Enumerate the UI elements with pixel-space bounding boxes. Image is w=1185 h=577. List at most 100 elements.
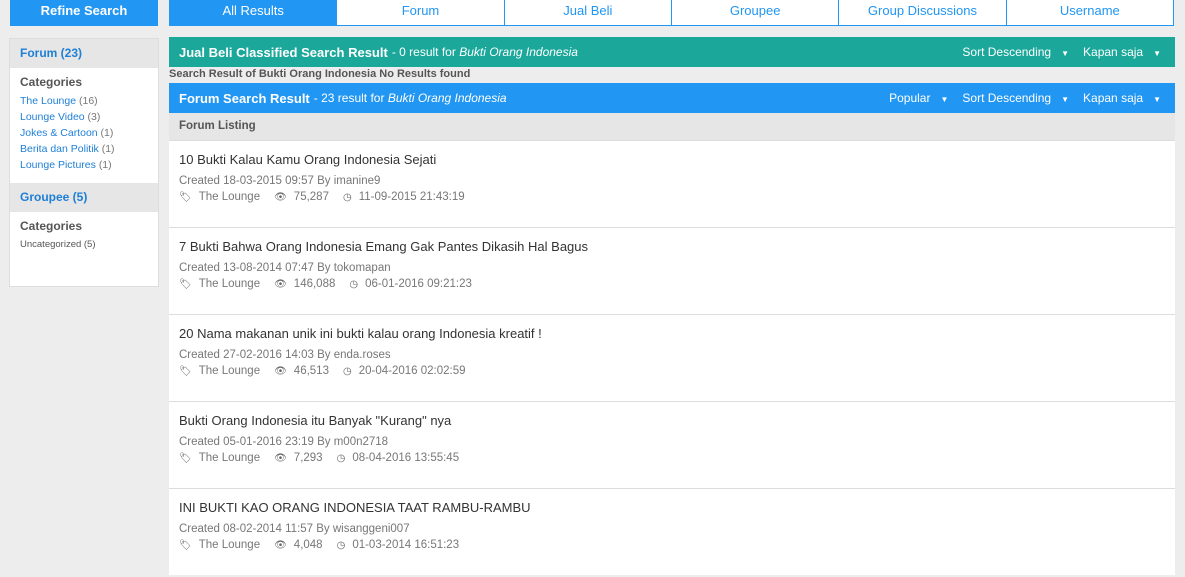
tag-icon: 🏷︎ [179,365,192,377]
category-count: (1) [100,127,114,139]
clock-icon: ◷ [349,278,359,290]
eye-icon: 👁︎ [274,191,287,203]
eye-icon: 👁︎ [274,365,287,377]
groupee-category-list: Uncategorized (5) [10,237,158,253]
caret-down-icon: ▼ [940,95,949,104]
clock-icon: ◷ [336,452,346,464]
tab-group-discussions[interactable]: Group Discussions [839,0,1007,26]
refine-search-button[interactable]: Refine Search [10,0,158,26]
thread-title-link[interactable]: 7 Bukti Bahwa Orang Indonesia Emang Gak … [179,239,1175,255]
category-item: Berita dan Politik (1) [20,141,158,157]
sort-dropdown[interactable]: Sort Descending ▼ [962,91,1069,105]
thread-title-link[interactable]: 10 Bukti Kalau Kamu Orang Indonesia Seja… [179,152,1175,168]
tag-icon: 🏷︎ [179,452,192,464]
category-link[interactable]: The Lounge [20,95,76,107]
thread-stats: 🏷︎ The Lounge 👁︎ 146,088 ◷ 06-01-2016 09:21:2… [179,278,1175,290]
category-count: (3) [87,111,101,123]
thread-stats: 🏷︎ The Lounge 👁︎ 46,513 ◷ 20-04-2016 02:02:59 [179,365,1175,377]
forum-result-title: Forum Search Result [179,90,310,106]
tab-forum[interactable]: Forum [337,0,505,26]
tab-username[interactable]: Username [1006,0,1174,26]
list-item: Bukti Orang Indonesia itu Banyak "Kurang… [169,401,1175,488]
eye-icon: 👁︎ [274,452,287,464]
thread-created: Created 13-08-2014 07:47 By tokomapan [179,262,391,274]
time-dropdown[interactable]: Kapan saja ▼ [1083,45,1161,59]
refine-sidebar: Forum (23) Categories The Lounge (16) Lo… [9,38,159,287]
sidebar-forum-header[interactable]: Forum (23) [10,39,158,68]
forum-result-bar: Forum Search Result - 23 result for Bukt… [169,83,1175,113]
forum-category-list: The Lounge (16) Lounge Video (3) Jokes &… [10,93,158,173]
thread-last-post: ◷ 20-04-2016 02:02:59 [342,365,466,377]
forum-result-count: - 23 result for Bukti Orang Indonesia [313,91,507,105]
thread-title-link[interactable]: Bukti Orang Indonesia itu Banyak "Kurang… [179,413,1175,429]
jual-beli-result-bar: Jual Beli Classified Search Result - 0 r… [169,37,1175,67]
thread-category[interactable]: 🏷︎ The Lounge [179,365,260,377]
tab-all-results[interactable]: All Results [169,0,338,26]
sort-dropdown[interactable]: Sort Descending ▼ [962,45,1069,59]
tab-groupee[interactable]: Groupee [671,0,840,26]
category-count: (1) [98,159,112,171]
category-link[interactable]: Lounge Video [20,111,85,123]
thread-created: Created 18-03-2015 09:57 By imanine9 [179,175,381,187]
thread-last-post: ◷ 01-03-2014 16:51:23 [336,539,460,551]
thread-created: Created 08-02-2014 11:57 By wisanggeni00… [179,523,410,535]
clock-icon: ◷ [342,365,352,377]
caret-down-icon: ▼ [1061,95,1070,104]
thread-category[interactable]: 🏷︎ The Lounge [179,278,260,290]
thread-views: 👁︎ 146,088 [274,278,336,290]
thread-stats: 🏷︎ The Lounge 👁︎ 75,287 ◷ 11-09-2015 21:43:19 [179,191,1175,203]
popular-dropdown[interactable]: Popular ▼ [889,91,948,105]
thread-category[interactable]: 🏷︎ The Lounge [179,539,260,551]
category-count: (16) [78,95,98,107]
list-item: 20 Nama makanan unik ini bukti kalau ora… [169,314,1175,401]
eye-icon: 👁︎ [274,539,287,551]
clock-icon: ◷ [342,191,352,203]
thread-views: 👁︎ 4,048 [274,539,323,551]
caret-down-icon: ▼ [1061,49,1070,58]
caret-down-icon: ▼ [1153,49,1161,58]
jual-beli-result-title: Jual Beli Classified Search Result [179,44,388,60]
thread-views: 👁︎ 7,293 [274,452,323,464]
search-tabs: All Results Forum Jual Beli Groupee Grou… [169,0,1174,26]
thread-stats: 🏷︎ The Lounge 👁︎ 4,048 ◷ 01-03-2014 16:51:23 [179,539,1175,551]
thread-title-link[interactable]: 20 Nama makanan unik ini bukti kalau ora… [179,326,1175,342]
list-item: INI BUKTI KAO ORANG INDONESIA TAAT RAMBU… [169,488,1175,575]
sidebar-groupee-header[interactable]: Groupee (5) [10,183,158,212]
category-count: (1) [101,143,115,155]
caret-down-icon: ▼ [1153,95,1161,104]
thread-last-post: ◷ 11-09-2015 21:43:19 [342,191,465,203]
groupee-category-item[interactable]: Uncategorized (5) [20,237,158,253]
category-link[interactable]: Berita dan Politik [20,143,99,155]
forum-listing-header: Forum Listing [169,113,1175,140]
category-item: Jokes & Cartoon (1) [20,125,158,141]
tag-icon: 🏷︎ [179,539,192,551]
thread-title-link[interactable]: INI BUKTI KAO ORANG INDONESIA TAAT RAMBU… [179,500,1175,516]
clock-icon: ◷ [336,539,346,551]
thread-category[interactable]: 🏷︎ The Lounge [179,452,260,464]
category-link[interactable]: Lounge Pictures [20,159,96,171]
thread-stats: 🏷︎ The Lounge 👁︎ 7,293 ◷ 08-04-2016 13:55:45 [179,452,1175,464]
list-item: 10 Bukti Kalau Kamu Orang Indonesia Seja… [169,140,1175,227]
tag-icon: 🏷︎ [179,278,192,290]
sidebar-categories-label: Categories [20,75,83,89]
thread-views: 👁︎ 75,287 [274,191,329,203]
category-item: Lounge Pictures (1) [20,157,158,173]
category-link[interactable]: Jokes & Cartoon [20,127,98,139]
tab-jual-beli[interactable]: Jual Beli [504,0,672,26]
list-item: 7 Bukti Bahwa Orang Indonesia Emang Gak … [169,227,1175,314]
sidebar-groupee-categories-label: Categories [20,219,83,233]
jual-beli-result-count: - 0 result for Bukti Orang Indonesia [391,45,578,59]
thread-views: 👁︎ 46,513 [274,365,329,377]
thread-created: Created 27-02-2016 14:03 By enda.roses [179,349,391,361]
time-dropdown[interactable]: Kapan saja ▼ [1083,91,1161,105]
eye-icon: 👁︎ [274,278,287,290]
forum-result-list: 10 Bukti Kalau Kamu Orang Indonesia Seja… [169,140,1175,575]
tag-icon: 🏷︎ [179,191,192,203]
category-item: The Lounge (16) [20,93,158,109]
thread-created: Created 05-01-2016 23:19 By m00n2718 [179,436,389,448]
thread-last-post: ◷ 08-04-2016 13:55:45 [336,452,460,464]
no-results-message: Search Result of Bukti Orang Indonesia N… [169,68,471,80]
category-item: Lounge Video (3) [20,109,158,125]
thread-last-post: ◷ 06-01-2016 09:21:23 [349,278,472,290]
thread-category[interactable]: 🏷︎ The Lounge [179,191,260,203]
